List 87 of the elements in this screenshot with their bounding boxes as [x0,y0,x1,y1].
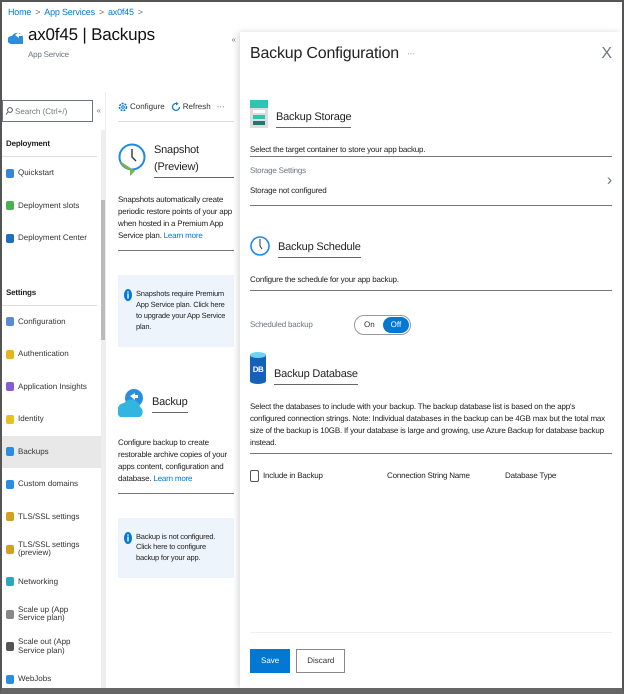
sidebar-item[interactable]: Deployment slots [2,190,101,222]
breadcrumb-link[interactable]: ax0f45 [108,6,134,16]
square-icon [6,414,14,424]
refresh-icon [170,102,181,112]
sidebar-item[interactable]: Application Insights [2,370,101,403]
search-field[interactable]: Search (Ctrl+/) [2,100,93,122]
square-icon [6,201,14,210]
clock-icon [118,143,146,177]
search-icon [5,107,13,115]
square-icon [6,674,14,684]
discard-button[interactable]: Discard [296,648,346,672]
toolbar-button[interactable]: Refresh [170,100,211,112]
square-icon [6,317,14,326]
section-title: Backup Schedule [278,238,361,258]
panel-title: Backup Configuration [250,44,399,64]
column-header: Include in Backup [263,470,324,482]
sidebar-item[interactable]: Custom domains [2,468,101,500]
section-title: Backup Storage [276,108,352,128]
square-icon [6,577,14,586]
icon-label: DB [252,364,264,376]
sidebar-item[interactable]: TLS/SSL settings (preview) [2,533,101,566]
section-title: Backup Database [274,366,358,385]
collapse-button[interactable]: « [232,34,236,46]
clock-icon [250,234,270,258]
section-description: Select the target container to store your app backup. [250,144,612,157]
sidebar-item[interactable]: WebJobs [2,663,101,688]
sidebar-item[interactable]: Scale out (App Service plan) [2,630,101,663]
gear-icon [118,102,128,112]
square-icon [6,382,14,392]
sidebar-item[interactable]: Scale up (App Service plan) [2,598,101,630]
sidebar-item[interactable]: Networking [2,566,101,598]
sidebar-item[interactable]: Identity [2,403,101,436]
breadcrumb-separator: > [98,6,104,16]
storage-settings-row[interactable]: Storage Settings Storage not configured › [250,157,612,206]
toggle[interactable]: On Off [354,315,412,335]
breadcrumb-separator: > [138,6,143,16]
square-icon [6,544,14,554]
square-icon [6,480,14,489]
breadcrumb-link[interactable]: Home [8,6,32,16]
card-description: Configure backup to create restorable archive copies of your apps content, configuration and database. Learn more [118,436,234,494]
square-icon [6,642,14,652]
toolbar-button[interactable]: Configure [118,100,165,112]
info-icon [124,532,132,544]
square-icon [6,168,14,178]
learn-more-link[interactable]: Learn more [153,474,192,482]
database-icon [250,351,266,385]
scroll-thumb[interactable] [100,200,105,340]
field-label: Scheduled backup [250,319,314,331]
sidebar-item[interactable]: Authentication [2,338,101,370]
sidebar-item[interactable]: Backups [2,436,101,468]
column-header: Connection String Name [387,470,471,482]
card-title: Backup [152,394,188,414]
save-button[interactable]: Save [250,648,290,672]
more-button[interactable]: ··· [407,48,594,60]
storage-icon [250,100,268,128]
section-description: Select the databases to include with your backup. The backup database list is based on the app's configured connection strings. Note: Individual databases in the backup can be 4GB max but the total max size of the backup is 10GB. If your database is large and growing, use Azure Backup for database backup instead. [250,401,612,454]
sidebar-item[interactable]: Configuration [2,306,101,338]
close-button[interactable]: X [601,42,612,66]
chevron-icon: › [606,169,612,193]
field-value: Storage not configured [250,185,328,197]
info-icon [124,289,132,301]
sidebar-item[interactable]: Quickstart [2,157,101,190]
square-icon [6,234,14,243]
column-header: Database Type [505,470,556,482]
scrollbar[interactable] [100,130,105,688]
section-heading: Settings [2,278,97,306]
section-heading: Deployment [2,130,97,157]
learn-more-link[interactable]: Learn more [164,231,203,240]
page-subtitle: App Service [28,48,70,61]
square-icon [6,610,14,619]
square-icon [6,350,14,359]
field-label: Storage Settings [250,165,307,177]
card-title: Snapshot (Preview) [154,142,234,178]
sidebar-item[interactable]: Deployment Center [2,222,101,254]
section-description: Configure the schedule for your app backup. [250,274,612,291]
collapse-button[interactable]: « [96,105,101,117]
card-description: Snapshots automatically create periodic restore points of your app when hosted in a Premium App Service plan. Learn more [118,194,234,251]
page-title: ax0f45 | Backups [28,26,156,45]
square-icon [6,447,14,456]
checkbox[interactable] [250,470,259,482]
breadcrumb-separator: > [35,6,40,16]
more-button[interactable]: ··· [216,100,225,112]
breadcrumb-link[interactable]: App Services [44,6,95,16]
toggle-option[interactable]: Off [382,317,410,333]
sidebar-item[interactable]: TLS/SSL settings [2,500,101,533]
square-icon [6,512,14,522]
toggle-option[interactable]: On [356,317,383,333]
